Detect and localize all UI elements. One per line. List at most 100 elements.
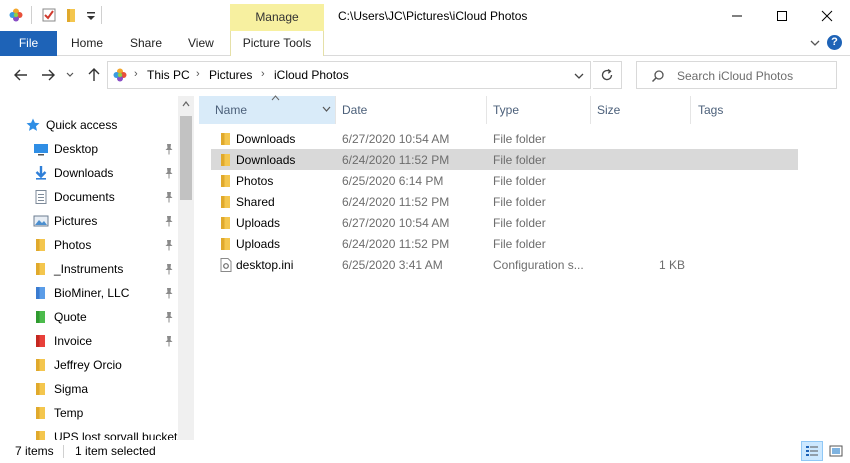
breadcrumb-separator[interactable]: › [196, 68, 200, 80]
pin-icon[interactable] [163, 215, 175, 227]
scrollbar-thumb[interactable] [180, 116, 192, 200]
sidebar-item-ups-lost-sorvall-buckets[interactable]: UPS lost sorvall buckets [0, 425, 183, 440]
pin-icon[interactable] [163, 335, 175, 347]
sidebar-item-quote[interactable]: Quote [0, 305, 178, 329]
table-row[interactable]: desktop.ini 6/25/2020 3:41 AM Configuratio… [211, 254, 798, 275]
table-row[interactable]: Uploads 6/27/2020 10:54 AM File folder [211, 212, 798, 233]
column-label: Type [493, 103, 520, 117]
address-bar[interactable]: › This PC › Pictures › iCloud Photos [107, 61, 591, 89]
folder-icon [221, 175, 230, 187]
column-header-type[interactable]: Type [486, 96, 590, 124]
manage-tab[interactable]: Manage [230, 4, 324, 31]
breadcrumb-icloud-photos[interactable]: iCloud Photos [274, 68, 349, 82]
recent-locations-button[interactable] [64, 66, 76, 84]
folder-icon [36, 263, 45, 275]
sidebar-item-photos[interactable]: Photos [0, 233, 178, 257]
sidebar-item-pictures[interactable]: Pictures [0, 209, 178, 233]
sidebar-item-temp[interactable]: Temp [0, 401, 178, 425]
column-header-tags[interactable]: Tags [691, 96, 801, 124]
sidebar-scrollbar[interactable] [178, 96, 194, 440]
file-date: 6/25/2020 3:41 AM [342, 258, 443, 272]
sidebar-item-downloads[interactable]: Downloads [0, 161, 178, 185]
sidebar-item-label: Temp [54, 406, 84, 420]
breadcrumb-this-pc[interactable]: This PC [147, 68, 190, 82]
expand-ribbon-icon[interactable] [808, 36, 822, 50]
file-name[interactable]: Photos [236, 174, 273, 188]
file-name[interactable]: desktop.ini [236, 258, 293, 272]
details-view-button[interactable] [801, 441, 823, 461]
sidebar-item-invoice[interactable]: Invoice [0, 329, 178, 353]
forward-button[interactable] [39, 66, 57, 84]
large-icons-view-button[interactable] [825, 441, 847, 461]
file-name[interactable]: Downloads [236, 132, 295, 146]
sidebar-item-instruments[interactable]: _Instruments [0, 257, 178, 281]
column-label: Name [215, 103, 248, 117]
file-name[interactable]: Uploads [236, 237, 280, 251]
customize-toolbar-icon[interactable] [83, 7, 99, 23]
table-row[interactable]: Shared 6/24/2020 11:52 PM File folder [211, 191, 798, 212]
maximize-button[interactable] [759, 0, 805, 31]
table-row[interactable]: Downloads 6/24/2020 11:52 PM File folder [211, 149, 798, 170]
help-icon[interactable]: ? [827, 35, 842, 50]
breadcrumb-pictures[interactable]: Pictures [209, 68, 252, 82]
sidebar-item-sigma[interactable]: Sigma [0, 377, 178, 401]
quick-access-separator [31, 6, 32, 24]
table-row[interactable]: Photos 6/25/2020 6:14 PM File folder [211, 170, 798, 191]
sidebar-item-label: Pictures [54, 214, 98, 228]
pin-icon[interactable] [163, 287, 175, 299]
file-date: 6/25/2020 6:14 PM [342, 174, 444, 188]
window-title: C:\Users\JC\Pictures\iCloud Photos [338, 9, 528, 23]
new-folder-icon[interactable] [63, 7, 79, 23]
sidebar-item-jeffrey-orcio[interactable]: Jeffrey Orcio [0, 353, 178, 377]
file-name[interactable]: Downloads [236, 153, 295, 167]
file-name[interactable]: Uploads [236, 216, 280, 230]
pin-icon[interactable] [163, 239, 175, 251]
pin-icon[interactable] [163, 143, 175, 155]
pin-icon[interactable] [163, 191, 175, 203]
tab-file[interactable]: File [0, 31, 57, 56]
sidebar-quick-access[interactable]: Quick access [0, 113, 178, 137]
refresh-button[interactable] [593, 61, 622, 89]
pin-icon[interactable] [163, 263, 175, 275]
sidebar-item-label: Jeffrey Orcio [54, 358, 122, 372]
tab-home[interactable]: Home [71, 31, 103, 56]
file-name[interactable]: Shared [236, 195, 275, 209]
search-input[interactable]: Search iCloud Photos [677, 69, 793, 83]
scroll-up-arrow-icon[interactable] [182, 100, 190, 108]
sidebar-item-label: Sigma [54, 382, 89, 396]
sidebar-item-label: Downloads [54, 166, 114, 180]
documents-icon [35, 190, 47, 204]
column-filter-chevron-icon[interactable] [322, 106, 331, 112]
up-button[interactable] [85, 66, 103, 84]
star-icon [26, 118, 40, 131]
sidebar-item-biominer-llc[interactable]: BioMiner, LLC [0, 281, 178, 305]
column-header-size[interactable]: Size [590, 96, 690, 124]
column-header-date[interactable]: Date [335, 96, 486, 124]
properties-icon[interactable] [41, 7, 57, 23]
folder-icon [36, 431, 45, 440]
file-type: File folder [493, 153, 546, 167]
tab-picture-tools[interactable]: Picture Tools [230, 31, 324, 56]
breadcrumb-separator[interactable]: › [261, 68, 265, 80]
folder-icon [221, 196, 230, 208]
sidebar-item-desktop[interactable]: Desktop [0, 137, 178, 161]
table-row[interactable]: Downloads 6/27/2020 10:54 AM File folder [211, 128, 798, 149]
folder-icon [221, 217, 230, 229]
address-history-chevron-icon[interactable] [574, 71, 584, 81]
tab-share[interactable]: Share [130, 31, 162, 56]
close-button[interactable] [804, 0, 850, 31]
folder-icon [36, 359, 45, 371]
pin-icon[interactable] [163, 311, 175, 323]
sidebar-item-documents[interactable]: Documents [0, 185, 178, 209]
pin-icon[interactable] [163, 167, 175, 179]
back-button[interactable] [12, 66, 30, 84]
minimize-button[interactable] [714, 0, 760, 31]
breadcrumb-separator[interactable]: › [134, 68, 138, 80]
file-type: File folder [493, 237, 546, 251]
title-bar: Manage C:\Users\JC\Pictures\iCloud Photo… [0, 0, 850, 31]
column-header-name[interactable]: Name [199, 95, 335, 124]
table-row[interactable]: Uploads 6/24/2020 11:52 PM File folder [211, 233, 798, 254]
tab-view[interactable]: View [188, 31, 214, 56]
search-box[interactable]: Search iCloud Photos [636, 61, 837, 89]
pictures-icon [33, 215, 49, 227]
